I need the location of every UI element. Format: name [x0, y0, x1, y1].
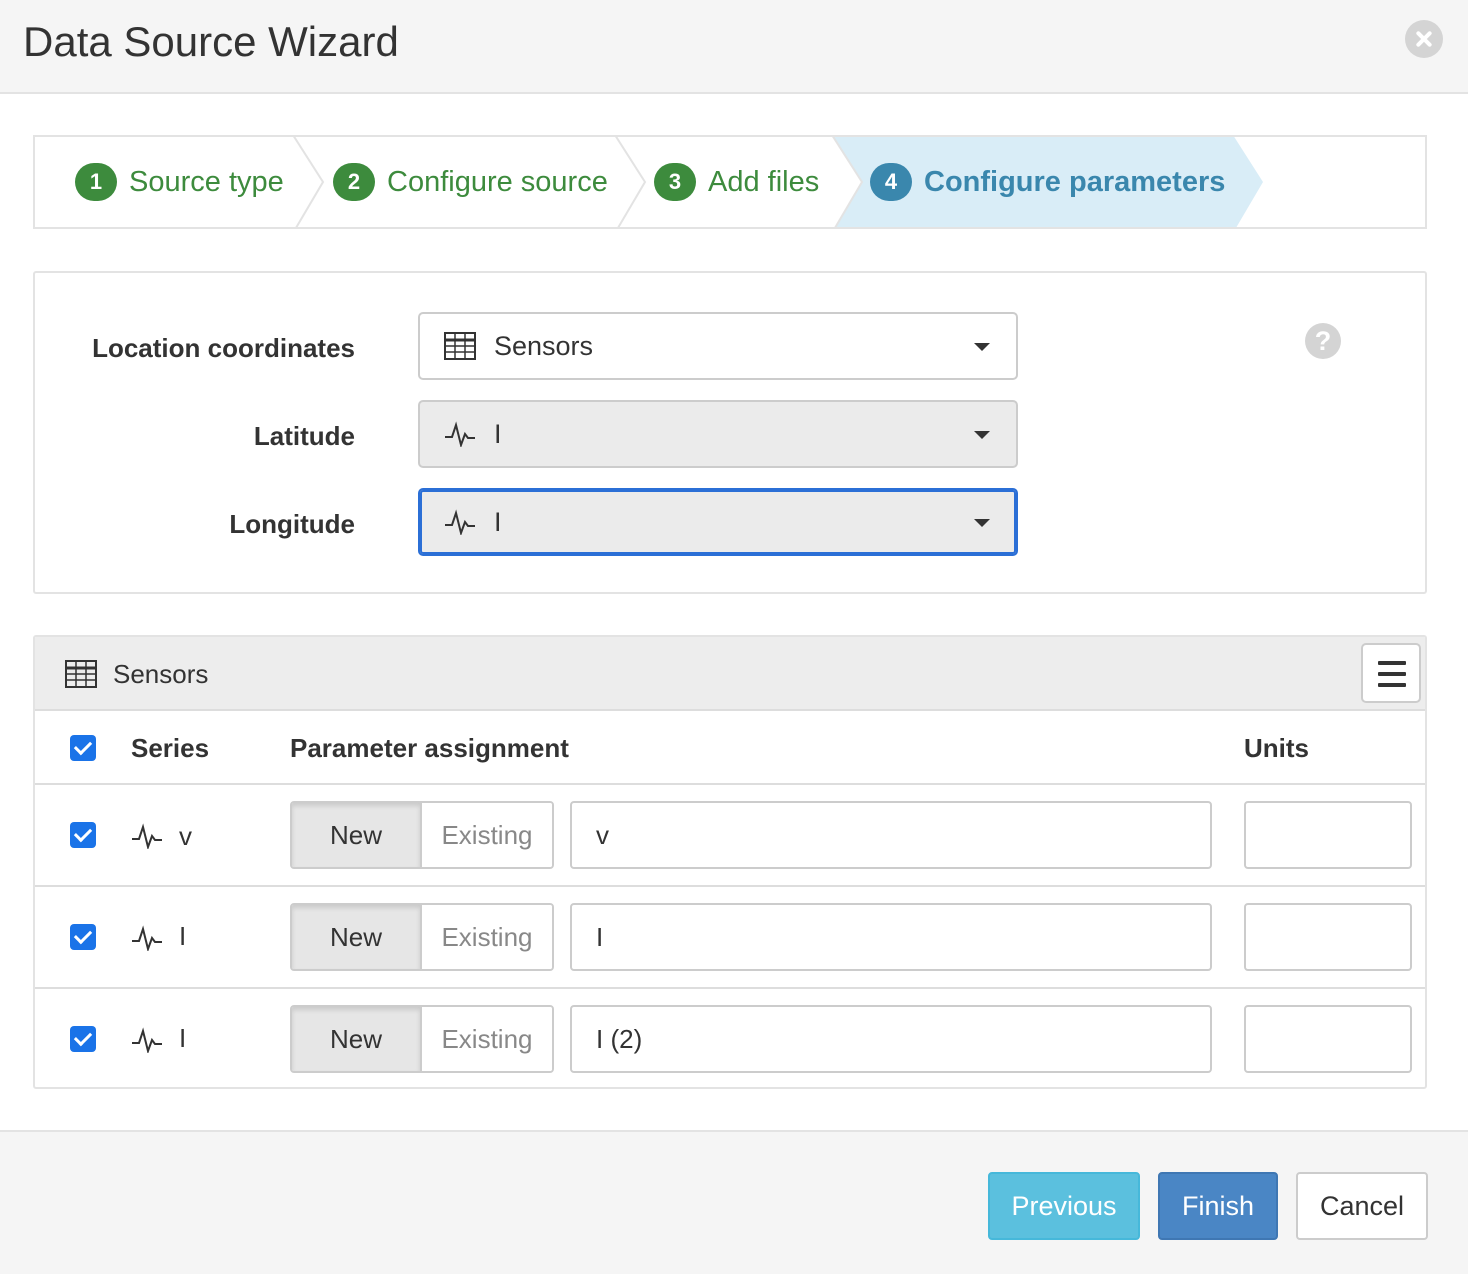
row-checkbox[interactable] [70, 924, 96, 950]
sensors-panel-header: Sensors [35, 637, 1425, 711]
dialog-header: Data Source Wizard [0, 0, 1468, 94]
previous-button[interactable]: Previous [988, 1172, 1140, 1240]
chevron-down-icon [974, 343, 990, 351]
close-icon[interactable] [1405, 20, 1443, 58]
waveform-icon [445, 421, 475, 447]
step-configure-source[interactable]: 2 Configure source [333, 137, 608, 227]
series-name: v [179, 821, 192, 851]
chevron-down-icon [974, 519, 990, 527]
waveform-icon [445, 509, 475, 535]
table-row: I New Existing I (2) [35, 989, 1425, 1087]
step-label: Add files [708, 165, 820, 198]
longitude-label: Longitude [229, 509, 355, 539]
finish-button[interactable]: Finish [1158, 1172, 1278, 1240]
assignment-toggle: New Existing [290, 1005, 554, 1073]
location-coordinates-value: Sensors [494, 330, 594, 361]
dialog-title: Data Source Wizard [23, 18, 399, 65]
step-number: 4 [870, 163, 912, 201]
waveform-icon [132, 1027, 162, 1053]
wizard-steps: 1 Source type 2 Configure source 3 Add f… [33, 135, 1427, 229]
parameter-name-input[interactable]: I (2) [570, 1005, 1212, 1073]
dialog-footer: Previous Finish Cancel [0, 1130, 1468, 1274]
new-button[interactable]: New [292, 905, 422, 969]
latitude-label: Latitude [253, 421, 355, 451]
parameter-name-input[interactable]: v [570, 801, 1212, 869]
units-header: Units [1244, 733, 1309, 763]
existing-button[interactable]: Existing [422, 803, 552, 867]
location-coordinates-label: Location coordinates [92, 333, 355, 363]
row-checkbox[interactable] [70, 1026, 96, 1052]
units-input[interactable] [1244, 1005, 1412, 1073]
chevron-down-icon [974, 431, 990, 439]
units-input[interactable] [1244, 801, 1412, 869]
latitude-value: I [494, 418, 502, 449]
step-number: 3 [654, 163, 696, 201]
sensors-panel: Sensors Series Parameter assignment Unit… [33, 635, 1427, 1089]
step-label: Source type [129, 165, 284, 198]
step-label: Configure parameters [924, 165, 1226, 198]
question-icon[interactable]: ? [1305, 323, 1341, 359]
table-header-row: Series Parameter assignment Units [35, 711, 1425, 785]
step-number: 2 [333, 163, 375, 201]
series-name: I [179, 1023, 187, 1053]
waveform-icon [132, 823, 162, 849]
series-name: I [179, 921, 187, 951]
cancel-button[interactable]: Cancel [1296, 1172, 1428, 1240]
existing-button[interactable]: Existing [422, 1007, 552, 1071]
location-panel: Location coordinates Sensors Latitude I … [33, 271, 1427, 594]
parameter-name-input[interactable]: I [570, 903, 1212, 971]
step-number: 1 [75, 163, 117, 201]
step-label: Configure source [387, 165, 608, 198]
longitude-select[interactable]: I [418, 488, 1018, 556]
waveform-icon [132, 925, 162, 951]
table-row: I New Existing I [35, 887, 1425, 989]
sensors-title: Sensors [113, 659, 209, 689]
select-all-checkbox[interactable] [70, 735, 96, 761]
latitude-select[interactable]: I [418, 400, 1018, 468]
table-row: v New Existing v [35, 785, 1425, 887]
units-input[interactable] [1244, 903, 1412, 971]
parameter-assignment-header: Parameter assignment [290, 733, 569, 763]
longitude-value: I [494, 506, 502, 537]
table-icon [444, 332, 476, 360]
step-configure-parameters[interactable]: 4 Configure parameters [870, 137, 1225, 227]
existing-button[interactable]: Existing [422, 905, 552, 969]
hamburger-icon[interactable] [1361, 643, 1421, 703]
new-button[interactable]: New [292, 1007, 422, 1071]
new-button[interactable]: New [292, 803, 422, 867]
table-icon [65, 660, 97, 688]
step-add-files[interactable]: 3 Add files [654, 137, 819, 227]
assignment-toggle: New Existing [290, 903, 554, 971]
row-checkbox[interactable] [70, 822, 96, 848]
location-coordinates-select[interactable]: Sensors [418, 312, 1018, 380]
step-source-type[interactable]: 1 Source type [75, 137, 284, 227]
assignment-toggle: New Existing [290, 801, 554, 869]
series-header: Series [131, 733, 210, 763]
